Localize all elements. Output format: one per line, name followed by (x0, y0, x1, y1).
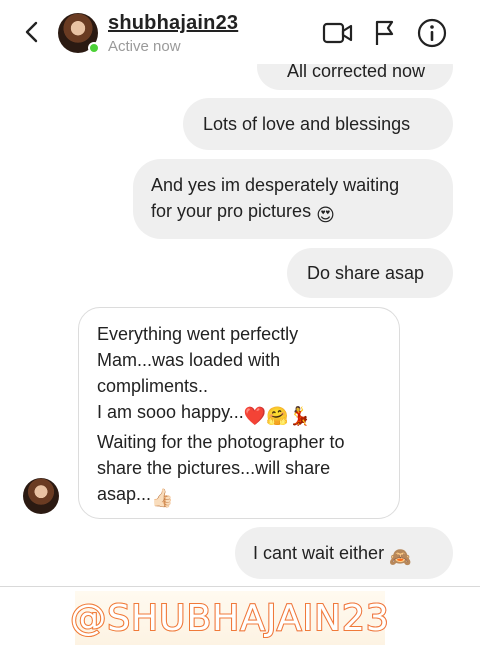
message-text: Do share asap (307, 263, 425, 283)
message-text-line: compliments.. (97, 376, 209, 396)
sender-avatar[interactable] (23, 478, 59, 514)
message-text: All corrected now (287, 64, 426, 81)
chat-username[interactable]: shubhajain23 (108, 12, 238, 35)
back-chevron-icon[interactable] (18, 18, 46, 46)
message-text-line: share the pictures...will share (97, 458, 331, 478)
thumbs-up-emoji-icon: 👍🏻 (151, 488, 174, 508)
message-text: I cant wait either (253, 543, 385, 563)
heart-eyes-emoji-icon: 😍 (316, 205, 335, 225)
message-bubble-sent[interactable]: Do share asap (287, 248, 453, 298)
info-icon[interactable] (416, 17, 448, 49)
message-text-line: Waiting for the photographer to (97, 432, 345, 452)
message-text-line: And yes im desperately waiting (151, 175, 400, 195)
online-indicator (88, 42, 100, 54)
message-bubble-sent[interactable]: And yes im desperately waiting for your … (133, 159, 453, 239)
video-call-icon[interactable] (322, 17, 354, 49)
message-text-line: Mam...was loaded with (97, 350, 281, 370)
heart-hug-dancer-emoji-icon: ❤️🤗💃 (243, 406, 312, 426)
handle-banner: @SHUBHAJAIN23 (69, 591, 390, 645)
flag-icon[interactable] (368, 17, 400, 49)
message-bubble-sent[interactable]: Lots of love and blessings (183, 98, 453, 150)
see-no-evil-monkey-emoji-icon: 🙈 (389, 547, 412, 567)
message-bubble-sent[interactable]: I cant wait either 🙈 (235, 527, 453, 579)
instagram-handle-watermark: @SHUBHAJAIN23 (69, 597, 390, 640)
chat-header: shubhajain23 Active now (0, 0, 480, 64)
message-text-line: Everything went perfectly (97, 324, 299, 344)
message-text-line: for your pro pictures (151, 201, 312, 221)
message-bubble-received[interactable]: Everything went perfectly Mam...was load… (78, 307, 400, 519)
message-text: Lots of love and blessings (203, 114, 411, 134)
message-text-line: asap... (97, 484, 152, 504)
message-text-line: I am sooo happy... (97, 402, 244, 422)
message-thread[interactable]: All corrected now Lots of love and bless… (9, 64, 471, 586)
message-bubble-sent[interactable]: All corrected now (257, 64, 453, 90)
profile-avatar[interactable] (58, 13, 100, 54)
active-status: Active now (108, 38, 181, 55)
watermark-footer: @SHUBHAJAIN23 (0, 587, 480, 645)
